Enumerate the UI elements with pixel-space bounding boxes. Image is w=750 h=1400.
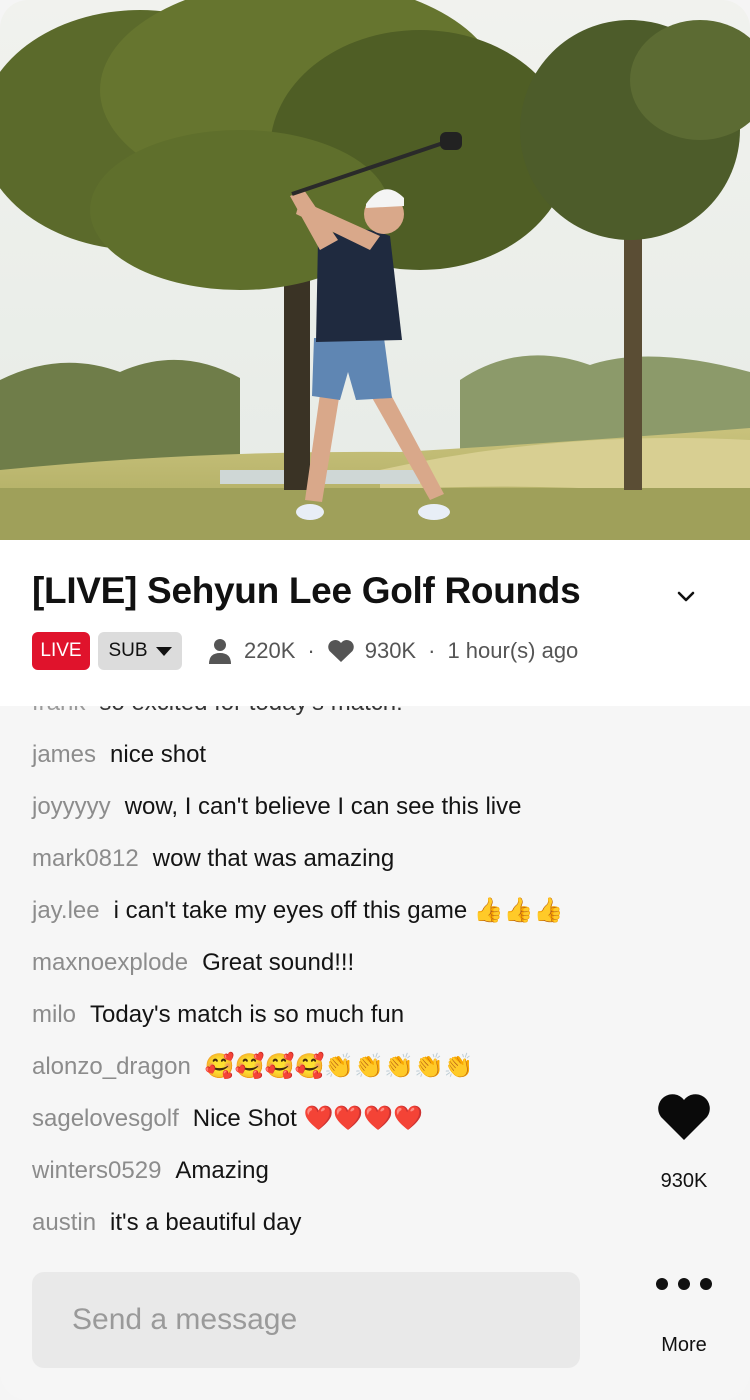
chat-username[interactable]: milo bbox=[32, 1001, 76, 1028]
live-stream-screen: [LIVE] Sehyun Lee Golf Rounds LIVE SUB 2… bbox=[0, 0, 750, 1400]
chat-list[interactable]: frank so excited for today's match! james… bbox=[0, 706, 640, 1256]
chat-text: Great sound!!! bbox=[202, 949, 355, 976]
more-dots-icon[interactable] bbox=[652, 1270, 716, 1298]
chat-text: Amazing bbox=[175, 1157, 269, 1184]
more-label: More bbox=[661, 1334, 707, 1356]
sub-dropdown-button[interactable]: SUB bbox=[98, 632, 182, 670]
chat-message: sagelovesgolf Nice Shot ❤️❤️❤️❤️ bbox=[32, 1104, 423, 1134]
chat-message: austin it's a beautiful day bbox=[32, 1208, 301, 1238]
message-input-container bbox=[32, 1272, 580, 1368]
like-button[interactable] bbox=[656, 1092, 712, 1148]
stream-info-panel: [LIVE] Sehyun Lee Golf Rounds LIVE SUB 2… bbox=[0, 540, 750, 706]
viewer-count-value: 220K bbox=[244, 638, 296, 663]
chat-message: milo Today's match is so much fun bbox=[32, 1000, 404, 1030]
chat-text: nice shot bbox=[110, 741, 207, 768]
chat-message: alonzo_dragon 🥰🥰🥰🥰👏👏👏👏👏 bbox=[32, 1052, 474, 1082]
chat-username[interactable]: frank bbox=[32, 706, 85, 716]
video-player[interactable] bbox=[0, 0, 750, 540]
chat-text: i can't take my eyes off this game 👍👍👍 bbox=[113, 897, 564, 924]
like-count: 930K bbox=[660, 1170, 708, 1192]
caret-down-icon bbox=[155, 646, 172, 656]
viewer-count: 220K bbox=[208, 638, 295, 664]
chat-text: 🥰🥰🥰🥰👏👏👏👏👏 bbox=[204, 1053, 474, 1080]
time-ago: 1 hour(s) ago bbox=[447, 638, 579, 663]
chat-message: winters0529 Amazing bbox=[32, 1156, 269, 1186]
chat-message: james nice shot bbox=[32, 740, 206, 770]
heart-icon bbox=[658, 1094, 710, 1140]
like-count-meta-value: 930K bbox=[364, 638, 417, 663]
chat-username[interactable]: james bbox=[32, 741, 96, 768]
chat-message: jay.lee i can't take my eyes off this gam… bbox=[32, 896, 564, 926]
heart-icon bbox=[327, 639, 354, 662]
stream-meta-row: LIVE SUB 220K · 930K · 1 hour(s) ago bbox=[32, 632, 578, 670]
chat-username[interactable]: alonzo_dragon bbox=[32, 1053, 191, 1080]
chat-username[interactable]: winters0529 bbox=[32, 1157, 161, 1184]
sub-label: SUB bbox=[108, 640, 148, 661]
person-icon bbox=[209, 639, 231, 664]
chat-message: mark0812 wow that was amazing bbox=[32, 844, 394, 874]
chat-username[interactable]: jay.lee bbox=[32, 897, 100, 924]
live-badge: LIVE bbox=[32, 632, 90, 670]
chat-message: joyyyyy wow, I can't believe I can see th… bbox=[32, 792, 521, 822]
chevron-down-icon[interactable] bbox=[670, 580, 702, 612]
separator-dot: · bbox=[307, 638, 315, 663]
chat-username[interactable]: sagelovesgolf bbox=[32, 1105, 179, 1132]
chat-text: Today's match is so much fun bbox=[90, 1001, 405, 1028]
chat-username[interactable]: mark0812 bbox=[32, 845, 139, 872]
golfer-video-frame bbox=[0, 0, 750, 540]
chat-text: it's a beautiful day bbox=[110, 1209, 302, 1236]
like-count-meta: 930K bbox=[327, 638, 416, 664]
stream-title: [LIVE] Sehyun Lee Golf Rounds bbox=[32, 570, 581, 611]
chat-text: wow, I can't believe I can see this live bbox=[124, 793, 522, 820]
chat-username[interactable]: joyyyyy bbox=[32, 793, 111, 820]
message-input[interactable] bbox=[32, 1272, 580, 1368]
chat-text: Nice Shot ❤️❤️❤️❤️ bbox=[192, 1105, 424, 1132]
chat-username[interactable]: austin bbox=[32, 1209, 96, 1236]
chat-username[interactable]: maxnoexplode bbox=[32, 949, 188, 976]
chat-message: frank so excited for today's match! bbox=[32, 706, 403, 718]
chat-text: wow that was amazing bbox=[152, 845, 395, 872]
separator-dot: · bbox=[428, 638, 436, 663]
chat-message: maxnoexplode Great sound!!! bbox=[32, 948, 354, 978]
chat-text: so excited for today's match! bbox=[99, 706, 402, 716]
